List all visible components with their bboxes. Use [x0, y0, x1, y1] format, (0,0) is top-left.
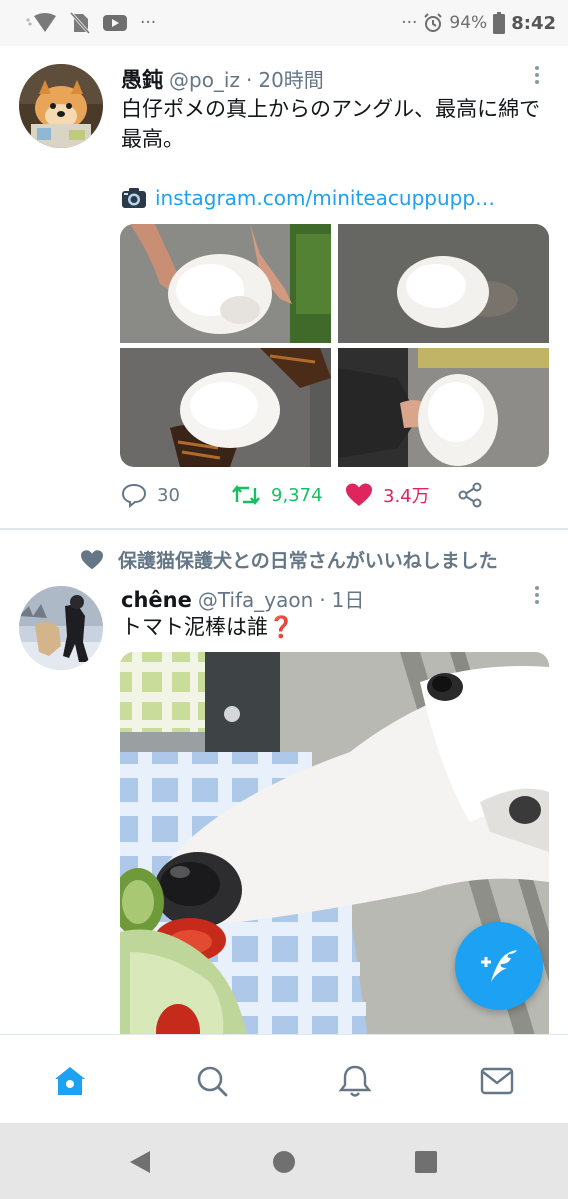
status-time: 8:42	[511, 12, 556, 34]
photo-1[interactable]	[120, 224, 331, 343]
tweet-header: 愚鈍 @po_iz · 20時間	[121, 64, 324, 94]
tab-home[interactable]	[52, 1063, 88, 1099]
more-options-icon[interactable]	[530, 64, 544, 88]
tweet-actions: 30 9,374 3.4万	[121, 482, 541, 514]
retweet-icon	[232, 485, 260, 505]
tweet-divider	[0, 528, 568, 530]
share-button[interactable]	[457, 482, 483, 508]
liked-by-text: 保護猫保護犬との日常さんがいいねしました	[118, 550, 498, 572]
bottom-tab-bar	[0, 1034, 568, 1124]
home-nav-icon	[273, 1151, 295, 1173]
bell-icon	[338, 1065, 372, 1097]
wifi-icon	[26, 13, 56, 32]
display-name[interactable]: chêne	[121, 588, 192, 612]
no-sim-icon	[70, 12, 90, 34]
status-left: ···	[22, 12, 156, 34]
status-more-right: ···	[401, 13, 418, 33]
tweet-text: トマト泥棒は誰❓	[121, 615, 295, 639]
tweet-header: chêne @Tifa_yaon · 1日	[121, 584, 364, 613]
retweet-count: 9,374	[271, 484, 323, 506]
home-icon	[55, 1067, 85, 1095]
tab-messages[interactable]	[479, 1063, 515, 1099]
search-icon	[197, 1066, 228, 1097]
photo-4[interactable]	[338, 348, 549, 467]
photo-grid	[120, 224, 549, 467]
tweet-time[interactable]: 1日	[332, 584, 365, 613]
like-button[interactable]: 3.4万	[345, 482, 430, 508]
recents-button[interactable]	[414, 1150, 438, 1178]
share-icon	[458, 482, 482, 508]
battery-icon	[493, 12, 506, 34]
heart-icon	[81, 549, 103, 569]
system-nav-bar	[0, 1123, 568, 1199]
avatar[interactable]	[19, 586, 103, 670]
tweet-time[interactable]: 20時間	[258, 64, 323, 93]
compose-tweet-button[interactable]	[455, 922, 543, 1010]
reply-icon	[121, 483, 147, 508]
separator-dot: ·	[246, 68, 253, 92]
alarm-icon	[424, 13, 443, 32]
like-count: 3.4万	[383, 486, 430, 507]
mail-icon	[480, 1067, 514, 1095]
separator-dot: ·	[319, 588, 326, 612]
recents-icon	[415, 1151, 437, 1173]
heart-icon	[346, 483, 372, 506]
reply-button[interactable]: 30	[121, 482, 180, 508]
reply-count: 30	[157, 484, 180, 506]
youtube-icon	[103, 15, 127, 31]
home-nav-button[interactable]	[272, 1150, 296, 1178]
tweet-link[interactable]: instagram.com/miniteacuppupp…	[121, 186, 495, 210]
retweet-button[interactable]: 9,374	[231, 482, 323, 508]
tab-search[interactable]	[194, 1063, 230, 1099]
compose-tweet-icon	[481, 950, 517, 982]
back-icon	[130, 1151, 150, 1173]
link-text[interactable]: instagram.com/miniteacuppupp…	[155, 186, 495, 210]
photo-3[interactable]	[120, 348, 331, 467]
status-more-left: ···	[140, 13, 157, 33]
camera-icon	[122, 188, 146, 208]
tweet-text: 白仔ポメの真上からのアングル、最高に綿で最高。	[121, 97, 541, 151]
display-name[interactable]: 愚鈍	[121, 64, 163, 94]
back-button[interactable]	[128, 1149, 152, 1179]
liked-by-context[interactable]: 保護猫保護犬との日常さんがいいねしました	[80, 546, 498, 573]
tab-notifications[interactable]	[337, 1063, 373, 1099]
user-handle[interactable]: @Tifa_yaon	[198, 588, 313, 612]
photo-2[interactable]	[338, 224, 549, 343]
status-right: ··· 94% 8:42	[401, 12, 556, 34]
user-handle[interactable]: @po_iz	[169, 68, 240, 92]
status-bar: ··· ··· 94% 8:42	[0, 0, 568, 46]
more-options-icon[interactable]	[530, 584, 544, 608]
battery-percent: 94%	[449, 13, 488, 33]
avatar[interactable]	[19, 64, 103, 148]
